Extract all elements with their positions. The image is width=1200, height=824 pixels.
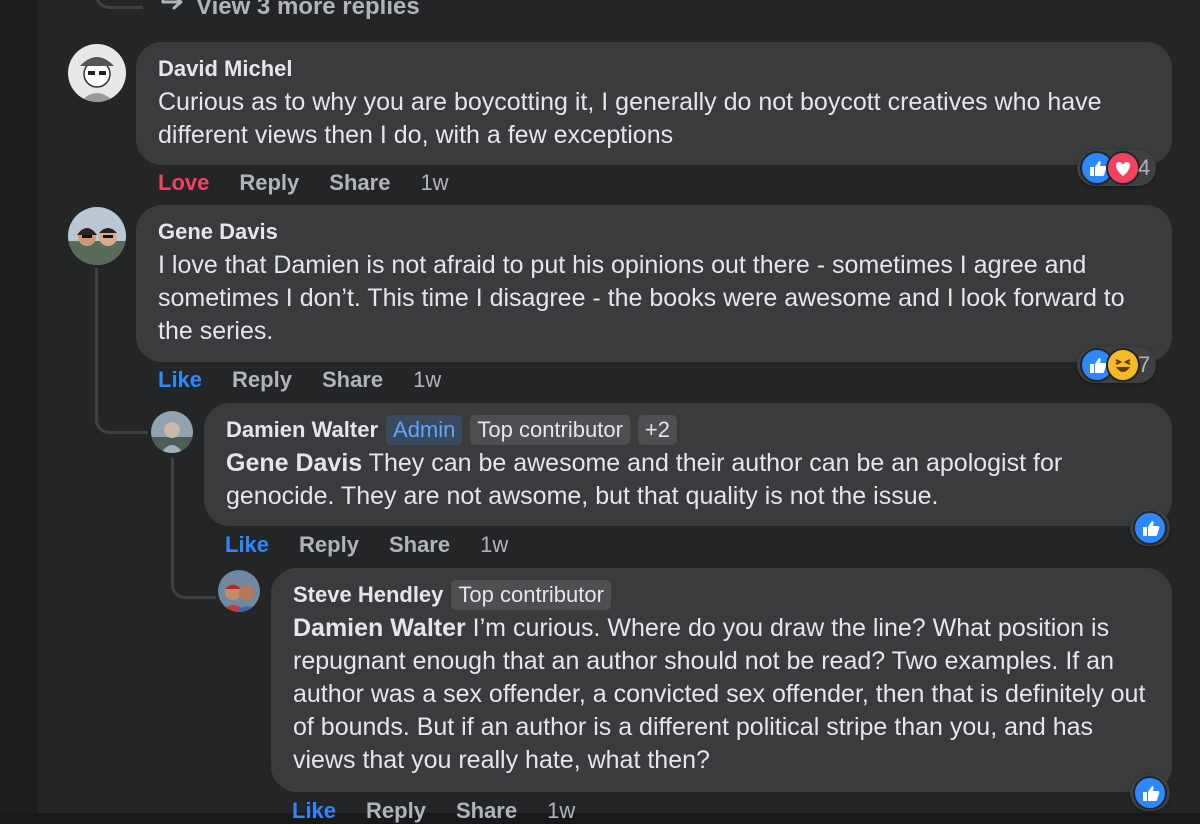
comment-author[interactable]: Damien Walter (226, 417, 378, 443)
top-contributor-badge[interactable]: Top contributor (451, 580, 611, 610)
reply-button[interactable]: Reply (366, 798, 426, 824)
reaction-summary[interactable] (1130, 775, 1170, 811)
avatar[interactable] (68, 207, 126, 265)
comment-timestamp[interactable]: 1w (547, 798, 575, 824)
comment-bubble: David Michel Curious as to why you are b… (136, 42, 1172, 165)
view-more-replies-label: View 3 more replies (196, 0, 420, 20)
reply-arrow-icon (160, 0, 188, 21)
reaction-count: 7 (1138, 352, 1151, 377)
comment-bubble: Gene Davis I love that Damien is not afr… (136, 205, 1172, 362)
share-button[interactable]: Share (329, 170, 390, 196)
share-button[interactable]: Share (456, 798, 517, 824)
comment-actions: Like Reply Share 1w (158, 367, 441, 393)
comment-timestamp[interactable]: 1w (480, 532, 508, 558)
more-badges[interactable]: +2 (637, 415, 677, 445)
comment-author[interactable]: Gene Davis (158, 219, 278, 245)
love-button[interactable]: Love (158, 170, 209, 196)
thread-line-top (95, 0, 143, 9)
comment-bubble: Damien Walter Admin Top contributor +2 G… (204, 403, 1172, 526)
comment-author[interactable]: Steve Hendley (293, 582, 443, 608)
comment-timestamp[interactable]: 1w (413, 367, 441, 393)
comment-actions: Like Reply Share 1w (292, 798, 575, 824)
reaction-count: 4 (1138, 155, 1151, 180)
reply-button[interactable]: Reply (232, 367, 292, 393)
mention-link[interactable]: Damien Walter (293, 614, 466, 642)
comment-text: Gene Davis They can be awesome and their… (226, 447, 1150, 513)
like-button[interactable]: Like (292, 798, 336, 824)
share-button[interactable]: Share (389, 532, 450, 558)
left-sidebar-edge (0, 0, 38, 813)
like-button[interactable]: Like (158, 367, 202, 393)
comment-text: Curious as to why you are boycotting it,… (158, 88, 1102, 149)
like-button[interactable]: Like (225, 532, 269, 558)
reply-button[interactable]: Reply (239, 170, 299, 196)
admin-badge[interactable]: Admin (386, 415, 463, 445)
view-more-replies-link[interactable]: View 3 more replies (160, 0, 420, 21)
reaction-summary[interactable]: 4 (1077, 150, 1157, 186)
comment-actions: Like Reply Share 1w (225, 532, 508, 558)
like-icon (1133, 511, 1167, 545)
comment-text: Damien Walter I’m curious. Where do you … (293, 612, 1150, 777)
comment-text: I love that Damien is not afraid to put … (158, 251, 1125, 345)
comment-author[interactable]: David Michel (158, 56, 292, 82)
like-icon (1133, 776, 1167, 810)
share-button[interactable]: Share (322, 367, 383, 393)
comment-timestamp[interactable]: 1w (420, 170, 448, 196)
reaction-summary[interactable] (1130, 510, 1170, 546)
mention-link[interactable]: Gene Davis (226, 449, 362, 477)
avatar[interactable] (68, 44, 126, 102)
comment-bubble: Steve Hendley Top contributor Damien Wal… (271, 568, 1172, 792)
comment-actions: Love Reply Share 1w (158, 170, 449, 196)
love-icon (1106, 151, 1140, 185)
avatar[interactable] (218, 570, 260, 612)
reply-button[interactable]: Reply (299, 532, 359, 558)
reaction-summary[interactable]: 7 (1077, 347, 1157, 383)
avatar[interactable] (151, 411, 193, 453)
haha-icon (1106, 348, 1140, 382)
top-contributor-badge[interactable]: Top contributor (470, 415, 630, 445)
